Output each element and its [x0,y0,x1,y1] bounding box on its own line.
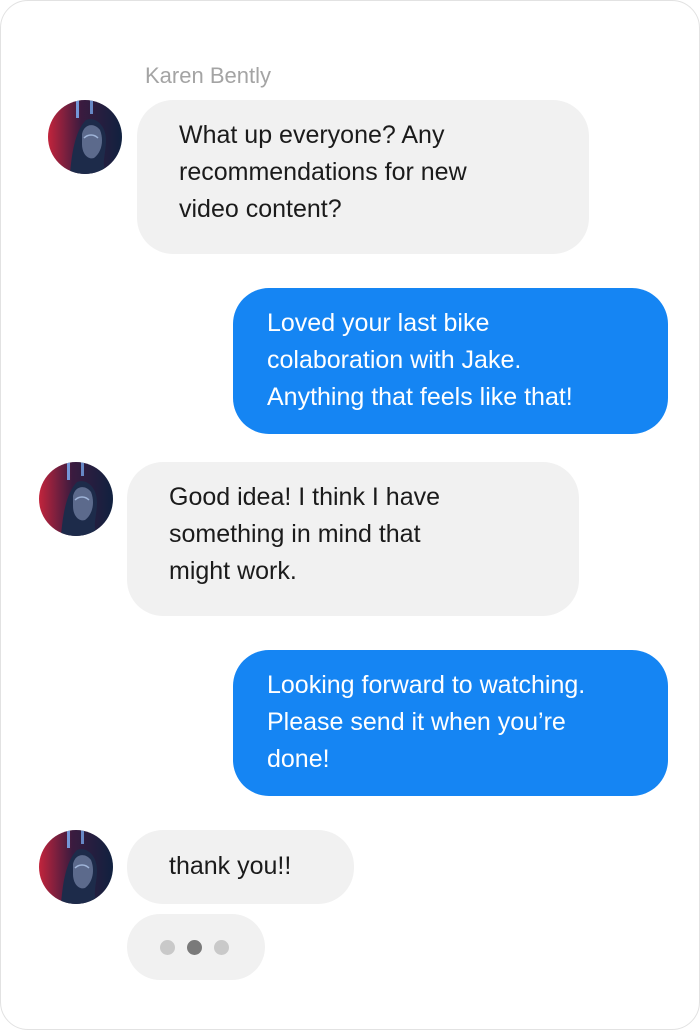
message-bubble-incoming[interactable]: What up everyone? Any recommendations fo… [137,100,589,254]
typing-dot [214,940,229,955]
sender-name: Karen Bently [145,63,271,88]
message-text: Please send it when you’re [267,708,566,736]
message-text: done! [267,745,330,773]
avatar-portrait-icon [39,462,113,536]
avatar[interactable] [39,462,113,536]
message-text: Looking forward to watching. [267,671,586,699]
message-bubble-outgoing[interactable]: Loved your last bike colaboration with J… [233,288,668,434]
avatar-portrait-icon [48,100,122,174]
typing-dot [187,940,202,955]
message-text: might work. [169,557,297,585]
message-bubble-incoming[interactable]: thank you!! [127,830,354,904]
message-text: Loved your last bike [267,309,490,337]
message-text: What up everyone? Any [179,121,445,149]
message-bubble-incoming[interactable]: Good idea! I think I have something in m… [127,462,579,616]
message-text: recommendations for new [179,158,467,186]
message-text: thank you!! [169,852,292,880]
message-text: Good idea! I think I have [169,483,441,511]
chat-window: Karen Bently What up everyone? Any recom… [0,0,700,1030]
message-text: colaboration with Jake. [267,346,522,374]
avatar[interactable] [48,100,122,174]
typing-dot [160,940,175,955]
message-text: video content? [179,195,342,223]
typing-indicator [127,914,265,980]
message-text: something in mind that [169,520,421,548]
avatar-portrait-icon [39,830,113,904]
message-text: Anything that feels like that! [267,383,573,411]
message-bubble-outgoing[interactable]: Looking forward to watching. Please send… [233,650,668,796]
avatar[interactable] [39,830,113,904]
